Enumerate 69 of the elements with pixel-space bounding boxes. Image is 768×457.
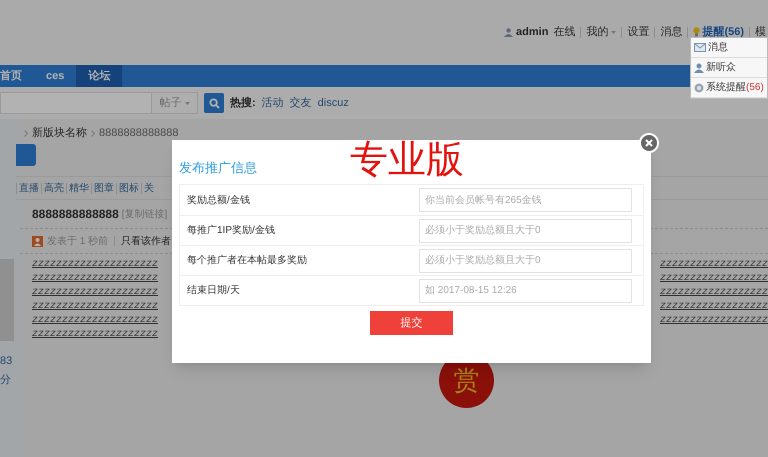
post-content-line: zzzzzzzzzzzzzzzzzzzzz (32, 272, 158, 285)
post-content-line: zzzzzzzzzzzzzzzzzzzzz (32, 328, 158, 341)
field-label: 每推广1IP奖励/金钱 (187, 224, 276, 238)
filter-link[interactable]: 关 (144, 180, 154, 196)
username-link[interactable]: admin (516, 24, 548, 40)
post-content-line: zzzzzzzzzzzzzzzzzz (660, 258, 768, 271)
post-content-line: zzzzzzzzzzzzzzzzzzzzz (32, 300, 158, 313)
close-button[interactable] (639, 133, 659, 153)
filter-link[interactable]: 直播 (19, 180, 39, 196)
top-link[interactable]: 消息 (660, 24, 682, 40)
post-time: 发表于 1 秒前 (47, 234, 108, 248)
post-title: 8888888888888 (32, 206, 119, 223)
author-stat: 83 (0, 354, 14, 369)
breadcrumb-link[interactable]: 新版块名称 (32, 124, 87, 142)
post-content-line: zzzzzzzzzzzzzzzzzzzzz (32, 286, 158, 299)
lightbulb-icon (693, 27, 700, 38)
field-label: 结束日期/天 (187, 284, 241, 298)
search-button[interactable] (204, 93, 224, 113)
field-label: 每个推广者在本帖最多奖励 (187, 254, 308, 268)
author-stat: 分 (0, 372, 12, 388)
copy-link[interactable]: [复制链接] (122, 206, 168, 222)
gear-icon (694, 82, 704, 92)
nav-tab[interactable]: 首页 (0, 65, 34, 87)
post-content-line: zzzzzzzzzzzzzzzzzz (660, 300, 768, 313)
top-link[interactable]: 模 (755, 24, 766, 40)
online-status: 在线 (553, 25, 576, 40)
post-content-line: zzzzzzzzzzzzzzzzzz (660, 272, 768, 285)
hot-search-label: 热搜: (230, 96, 256, 111)
chevron-icon (91, 130, 95, 136)
field-label: 奖励总额/金钱 (187, 194, 251, 208)
dialog-title: 发布推广信息 (179, 158, 257, 176)
my-menu-link[interactable]: 我的 (586, 24, 608, 40)
close-icon (645, 139, 653, 147)
input-field[interactable]: 如 2017-08-15 12:26 (419, 278, 632, 302)
hot-search-link[interactable]: discuz (318, 94, 349, 112)
input-field[interactable]: 必须小于奖励总额且大于0 (419, 248, 632, 272)
notify-menu-item[interactable]: 新听众 (706, 60, 736, 75)
breadcrumb-link[interactable]: 8888888888888 (99, 124, 179, 142)
submit-button[interactable]: 提交 (370, 311, 453, 335)
envelope-icon (694, 43, 706, 52)
filter-link[interactable]: 精华 (69, 180, 89, 196)
input-field[interactable]: 你当前会员帐号有265金钱 (419, 188, 632, 212)
caret-icon (184, 102, 190, 104)
filter-link[interactable]: 图章 (94, 180, 114, 196)
search-scope-select[interactable]: 帖子 (151, 93, 197, 113)
search-icon (208, 98, 220, 108)
post-content-line: zzzzzzzzzzzzzzzzzz (660, 314, 768, 327)
user-icon (504, 28, 514, 37)
filter-link[interactable]: 高亮 (44, 180, 64, 196)
notify-menu-item[interactable]: 消息 (708, 40, 728, 55)
edition-label: 专业版 (350, 138, 464, 183)
user-icon (694, 62, 704, 72)
author-only-link[interactable]: 只看该作者 (121, 234, 172, 248)
reminder-link[interactable]: 提醒(56) (702, 24, 744, 40)
post-content-line: zzzzzzzzzzzzzzzzzzzzz (32, 258, 158, 271)
nav-tab[interactable]: 论坛 (76, 65, 122, 87)
hot-search-link[interactable]: 活动 (262, 94, 284, 112)
post-content-line: zzzzzzzzzzzzzzzzzzzzz (32, 314, 158, 327)
user-icon (32, 236, 43, 246)
post-content-line: zzzzzzzzzzzzzzzzzz (660, 286, 768, 299)
filter-link[interactable]: 图标 (119, 180, 139, 196)
top-link[interactable]: 设置 (627, 24, 650, 40)
input-field[interactable]: 必须小于奖励总额且大于0 (419, 218, 632, 242)
chevron-icon (24, 130, 28, 136)
notify-menu-item[interactable]: 系统提醒(56) (706, 80, 764, 95)
nav-tab[interactable]: ces (34, 65, 76, 87)
caret-icon (611, 30, 616, 34)
search-field[interactable]: 帖子 (0, 92, 198, 114)
hot-search-link[interactable]: 交友 (290, 94, 312, 112)
